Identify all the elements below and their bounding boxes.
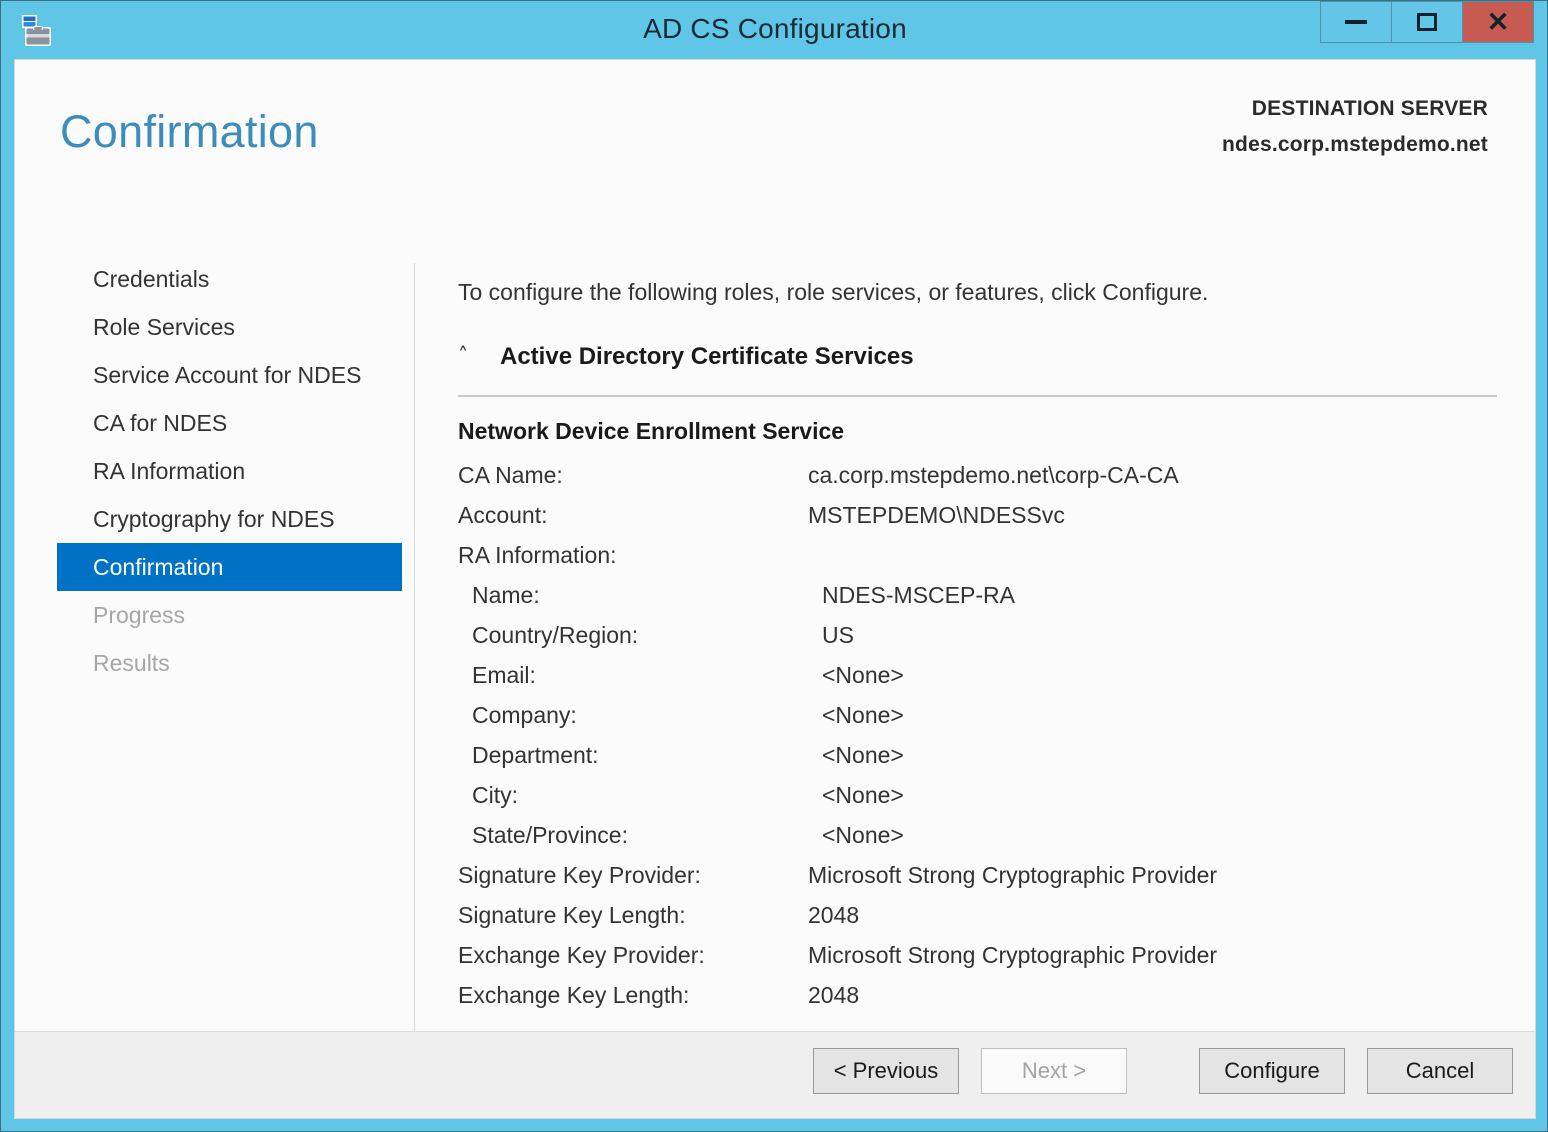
wizard-navigation: Credentials Role Services Service Accoun…	[15, 255, 402, 1075]
summary-row: Department: <None>	[458, 735, 1508, 775]
summary-key: City:	[458, 782, 822, 809]
summary-value: Microsoft Strong Cryptographic Provider	[808, 942, 1217, 969]
client-area: Confirmation DESTINATION SERVER ndes.cor…	[14, 59, 1536, 1119]
summary-row: Company: <None>	[458, 695, 1508, 735]
summary-value: MSTEPDEMO\NDESSvc	[808, 502, 1065, 529]
title-bar: AD CS Configuration ✕	[1, 1, 1547, 59]
summary-key: State/Province:	[458, 822, 822, 849]
sidebar-item-label: Credentials	[93, 266, 209, 292]
summary-value: ca.corp.mstepdemo.net\corp-CA-CA	[808, 462, 1179, 489]
summary-value: 2048	[808, 982, 859, 1009]
summary-key: Exchange Key Length:	[458, 982, 808, 1009]
summary-row: Email: <None>	[458, 655, 1508, 695]
summary-value: <None>	[822, 702, 904, 729]
summary-key: Email:	[458, 662, 822, 689]
page-header: Confirmation DESTINATION SERVER ndes.cor…	[15, 60, 1535, 212]
next-button: Next >	[981, 1048, 1127, 1094]
summary-row: Exchange Key Length: 2048	[458, 975, 1508, 1015]
summary-row: Name: NDES-MSCEP-RA	[458, 575, 1508, 615]
section-title: Active Directory Certificate Services	[500, 343, 914, 371]
summary-row: City: <None>	[458, 775, 1508, 815]
summary-value: US	[822, 622, 854, 649]
summary-value: <None>	[822, 662, 904, 689]
summary-list: CA Name: ca.corp.mstepdemo.net\corp-CA-C…	[458, 455, 1508, 1015]
ad-cs-configuration-window: AD CS Configuration ✕ Confirmation DESTI…	[0, 0, 1548, 1132]
summary-value: <None>	[822, 742, 904, 769]
summary-row: Country/Region: US	[458, 615, 1508, 655]
summary-key: RA Information:	[458, 542, 808, 569]
summary-value: Microsoft Strong Cryptographic Provider	[808, 862, 1217, 889]
maximize-button[interactable]	[1391, 1, 1463, 43]
sidebar-item-credentials[interactable]: Credentials	[15, 255, 402, 303]
sidebar-item-service-account-for-ndes[interactable]: Service Account for NDES	[15, 351, 402, 399]
summary-key: CA Name:	[458, 462, 808, 489]
sidebar-item-progress: Progress	[15, 591, 402, 639]
sidebar-item-results: Results	[15, 639, 402, 687]
summary-row: CA Name: ca.corp.mstepdemo.net\corp-CA-C…	[458, 455, 1508, 495]
wizard-footer: < Previous Next > Configure Cancel	[14, 1031, 1536, 1119]
chevron-up-icon[interactable]: ˄	[458, 345, 484, 365]
sidebar-item-label: Progress	[93, 602, 185, 628]
window-controls: ✕	[1321, 1, 1534, 45]
window-title: AD CS Configuration	[1, 13, 1548, 45]
close-icon: ✕	[1487, 9, 1510, 36]
sidebar-item-role-services[interactable]: Role Services	[15, 303, 402, 351]
summary-value: NDES-MSCEP-RA	[822, 582, 1015, 609]
summary-row: State/Province: <None>	[458, 815, 1508, 855]
sidebar-item-cryptography-for-ndes[interactable]: Cryptography for NDES	[15, 495, 402, 543]
sidebar-item-label: Results	[93, 650, 170, 676]
destination-server-block: DESTINATION SERVER ndes.corp.mstepdemo.n…	[1222, 97, 1488, 157]
sidebar-item-confirmation[interactable]: Confirmation	[57, 543, 402, 591]
summary-row: RA Information:	[458, 535, 1508, 575]
summary-key: Country/Region:	[458, 622, 822, 649]
minimize-icon	[1345, 20, 1367, 24]
summary-value: 2048	[808, 902, 859, 929]
summary-row: Account: MSTEPDEMO\NDESSvc	[458, 495, 1508, 535]
summary-key: Signature Key Length:	[458, 902, 808, 929]
sidebar-item-label: RA Information	[93, 458, 245, 484]
page-title: Confirmation	[60, 106, 319, 158]
summary-value: <None>	[822, 782, 904, 809]
summary-key: Signature Key Provider:	[458, 862, 808, 889]
summary-key: Name:	[458, 582, 822, 609]
footer-button-row: < Previous Next > Configure Cancel	[813, 1048, 1513, 1094]
summary-key: Exchange Key Provider:	[458, 942, 808, 969]
summary-key: Account:	[458, 502, 808, 529]
configure-button[interactable]: Configure	[1199, 1048, 1345, 1094]
summary-row: Signature Key Provider: Microsoft Strong…	[458, 855, 1508, 895]
section-header-active-directory-certificate-services[interactable]: ˄ Active Directory Certificate Services	[458, 343, 914, 371]
summary-row: Exchange Key Provider: Microsoft Strong …	[458, 935, 1508, 975]
summary-row: Signature Key Length: 2048	[458, 895, 1508, 935]
sidebar-item-label: Cryptography for NDES	[93, 506, 335, 532]
previous-button[interactable]: < Previous	[813, 1048, 959, 1094]
sidebar-item-label: CA for NDES	[93, 410, 227, 436]
sidebar-item-ra-information[interactable]: RA Information	[15, 447, 402, 495]
summary-key: Department:	[458, 742, 822, 769]
maximize-icon	[1417, 13, 1437, 31]
destination-server-label: DESTINATION SERVER	[1222, 97, 1488, 121]
sidebar-item-label: Service Account for NDES	[93, 362, 361, 388]
cancel-button[interactable]: Cancel	[1367, 1048, 1513, 1094]
summary-key: Company:	[458, 702, 822, 729]
sidebar-item-ca-for-ndes[interactable]: CA for NDES	[15, 399, 402, 447]
subsection-title: Network Device Enrollment Service	[458, 418, 844, 445]
sidebar-item-label: Role Services	[93, 314, 235, 340]
minimize-button[interactable]	[1320, 1, 1392, 43]
sidebar-item-label: Confirmation	[93, 554, 223, 580]
destination-server-name: ndes.corp.mstepdemo.net	[1222, 133, 1488, 157]
intro-text: To configure the following roles, role s…	[458, 279, 1208, 306]
summary-value: <None>	[822, 822, 904, 849]
vertical-divider	[414, 263, 415, 1048]
close-button[interactable]: ✕	[1462, 1, 1534, 43]
section-divider	[458, 395, 1497, 397]
